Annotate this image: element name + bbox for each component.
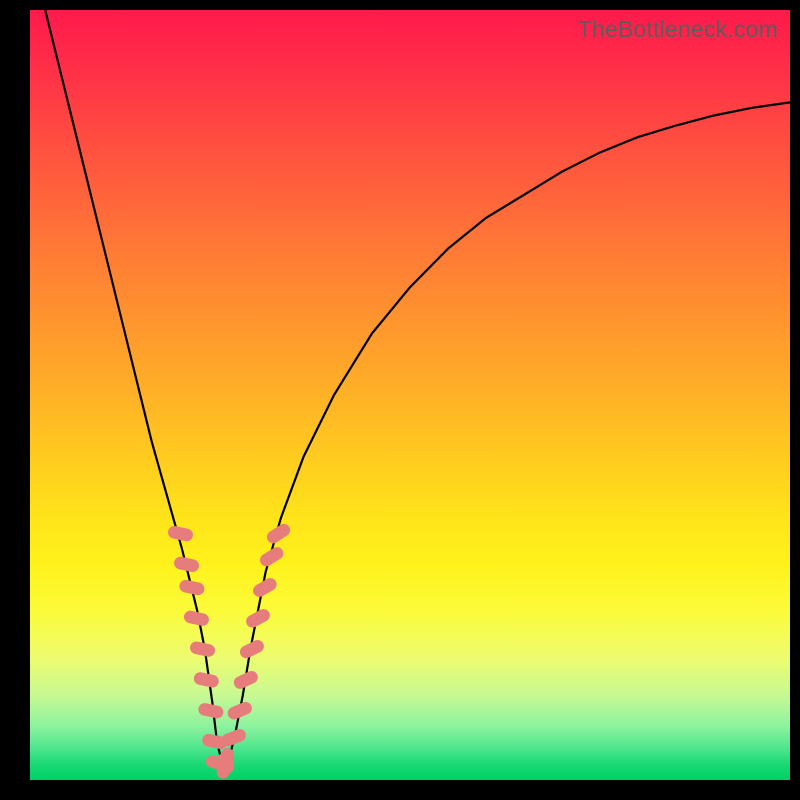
curve-marker: [183, 610, 210, 628]
curve-marker: [193, 671, 220, 689]
curve-markers: [167, 521, 293, 778]
bottleneck-curve: [45, 10, 790, 765]
curve-marker: [197, 702, 224, 720]
plot-area: TheBottleneck.com: [30, 10, 790, 780]
curve-marker: [226, 700, 254, 722]
chart-frame: TheBottleneck.com: [0, 0, 800, 800]
curve-marker: [178, 579, 205, 597]
curve-marker: [167, 525, 194, 543]
curve-svg: [30, 10, 790, 780]
curve-marker: [221, 748, 234, 773]
curve-marker: [189, 640, 216, 658]
curve-marker: [173, 556, 200, 574]
